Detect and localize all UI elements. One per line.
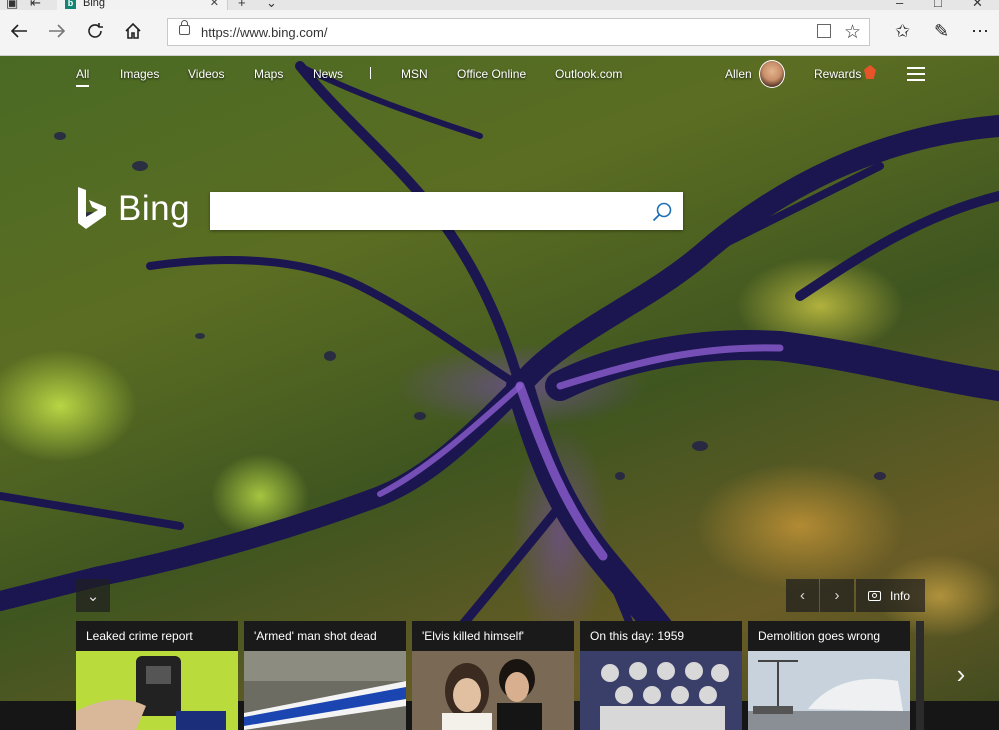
web-note-icon[interactable]: ✎ (934, 21, 949, 42)
nav-divider (370, 67, 371, 79)
news-card[interactable]: 'Armed' man shot dead (244, 621, 406, 730)
address-bar[interactable]: https://www.bing.com/ ☆ (167, 18, 870, 46)
tab-actions-icon[interactable]: ▣ (6, 0, 18, 10)
collapse-news-button[interactable]: ⌄ (76, 579, 110, 612)
nav-office-online[interactable]: Office Online (457, 67, 526, 81)
news-card[interactable]: On this day: 1959 (580, 621, 742, 730)
rewards-medal-icon[interactable] (864, 65, 876, 79)
news-card-caption: 'Armed' man shot dead (244, 621, 406, 651)
nav-all[interactable]: All (76, 67, 90, 87)
browser-toolbar: https://www.bing.com/ ☆ ✩ ✎ ⋯ (0, 10, 999, 56)
news-card-image (748, 651, 910, 730)
tab-back-icon[interactable]: ⇤ (30, 0, 41, 10)
back-arrow-icon (10, 24, 27, 38)
chevron-down-icon: ⌄ (86, 588, 100, 605)
nav-outlook[interactable]: Outlook.com (555, 67, 622, 81)
favorites-hub-icon[interactable]: ✩ (895, 21, 910, 42)
avatar[interactable] (759, 60, 785, 88)
rewards-link[interactable]: Rewards (814, 67, 861, 81)
news-scroll-right-arrow-icon[interactable]: › (948, 656, 974, 692)
nav-videos[interactable]: Videos (188, 67, 224, 81)
tab-title: Bing (83, 0, 106, 9)
news-card[interactable]: Demolition goes wrong (748, 621, 910, 730)
forward-button[interactable] (44, 20, 70, 46)
bing-homepage: All Images Videos Maps News MSN Office O… (0, 56, 999, 730)
reading-view-icon[interactable] (817, 24, 831, 38)
browser-tab[interactable]: b Bing ✕ (57, 0, 228, 10)
next-news-card-peek (916, 621, 924, 730)
news-card-caption: Demolition goes wrong (748, 621, 910, 651)
next-image-button[interactable]: › (820, 579, 854, 612)
info-label: Info (890, 589, 911, 603)
nav-maps[interactable]: Maps (254, 67, 283, 81)
bing-favicon-icon: b (65, 0, 76, 9)
home-button[interactable] (120, 20, 146, 46)
favorite-star-icon[interactable]: ☆ (844, 21, 861, 44)
refresh-icon (88, 23, 103, 38)
nav-news[interactable]: News (313, 67, 343, 81)
more-actions-icon[interactable]: ⋯ (971, 21, 989, 42)
news-card-image (580, 651, 742, 730)
news-card-image (244, 651, 406, 730)
news-card-image (412, 651, 574, 730)
previous-image-button[interactable]: ‹ (786, 579, 819, 612)
image-info-button[interactable]: Info (856, 579, 925, 612)
window-close-icon[interactable]: ✕ (972, 0, 983, 10)
maximize-icon[interactable]: □ (934, 0, 942, 10)
chevron-left-icon: ‹ (800, 587, 805, 604)
refresh-button[interactable] (82, 20, 108, 46)
news-card-image (76, 651, 238, 730)
news-card-caption: On this day: 1959 (580, 621, 742, 651)
minimize-icon[interactable]: – (896, 0, 903, 10)
tab-preview-chevron-icon[interactable]: ⌄ (266, 0, 277, 10)
new-tab-icon[interactable]: + (238, 0, 246, 10)
forward-arrow-icon (49, 24, 66, 38)
nav-images[interactable]: Images (120, 67, 159, 81)
nav-msn[interactable]: MSN (401, 67, 428, 81)
bing-logo-text: Bing (118, 189, 191, 228)
hamburger-menu-icon[interactable] (907, 67, 925, 81)
search-icon[interactable] (651, 201, 673, 223)
home-icon (125, 22, 141, 39)
search-box[interactable] (210, 192, 683, 230)
address-url[interactable]: https://www.bing.com/ (201, 25, 327, 40)
browser-titlebar: ▣ ⇤ b Bing ✕ + ⌄ – □ ✕ (0, 0, 999, 10)
news-card[interactable]: Leaked crime report (76, 621, 238, 730)
search-input[interactable] (211, 193, 661, 229)
back-button[interactable] (6, 20, 32, 46)
news-card-caption: 'Elvis killed himself' (412, 621, 574, 651)
bing-b-icon (78, 187, 106, 229)
camera-icon (868, 591, 881, 601)
bing-top-nav: All Images Videos Maps News MSN Office O… (0, 56, 999, 92)
chevron-right-icon: › (834, 587, 840, 604)
lock-icon (179, 20, 190, 35)
news-card-caption: Leaked crime report (76, 621, 238, 651)
news-card[interactable]: 'Elvis killed himself' (412, 621, 574, 730)
user-name[interactable]: Allen (725, 67, 752, 81)
tab-close-icon[interactable]: ✕ (210, 0, 219, 9)
